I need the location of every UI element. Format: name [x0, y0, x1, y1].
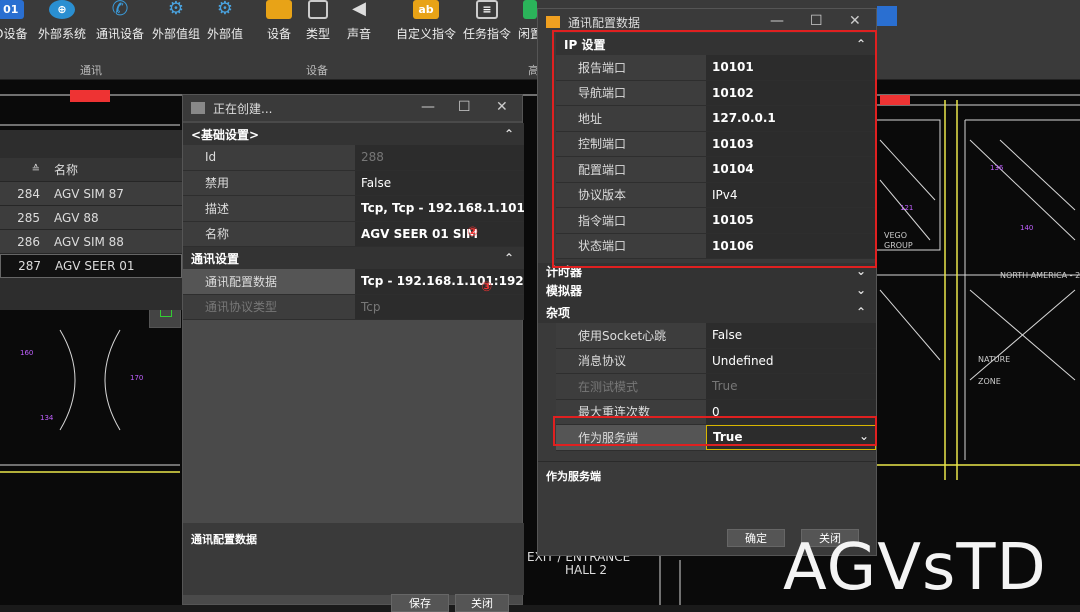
svg-text:ZONE: ZONE — [978, 377, 1001, 386]
ribbon-group-device: 设备 — [306, 64, 328, 77]
app-icon — [546, 16, 560, 28]
create-dialog: 正在创建... — ☐ ✕ <基础设置> ⌃ Id 288 禁用 False 描述 Tc… — [182, 94, 524, 612]
section-misc[interactable]: 杂项 ⌃ — [538, 301, 876, 323]
save-button[interactable]: 保存 — [391, 594, 449, 612]
svg-text:160: 160 — [20, 349, 33, 357]
prop-row-name[interactable]: 名称 AGV SEER 01 SIM ② — [183, 221, 524, 247]
create-property-grid: <基础设置> ⌃ Id 288 禁用 False 描述 Tcp, Tcp - 192.1… — [183, 123, 524, 320]
ribbon-external-value[interactable]: ⚙ 外部值 — [207, 0, 243, 60]
svg-text:NATURE: NATURE — [978, 355, 1010, 364]
marker-2: ② — [467, 224, 479, 240]
svg-text:134: 134 — [40, 414, 54, 422]
chevron-up-icon[interactable]: ⌃ — [504, 127, 514, 141]
svg-text:121: 121 — [900, 204, 913, 212]
comm-device-icon: ✆ — [111, 0, 129, 20]
ribbon-type[interactable]: 类型 — [306, 0, 330, 60]
comm-desc-panel: 作为服务端 — [538, 461, 876, 521]
watermark: AGVsTD — [783, 531, 1047, 605]
list-header: ≙ 名称 — [0, 158, 182, 182]
sort-icon[interactable]: ≙ — [0, 164, 46, 175]
prop-row-description[interactable]: 描述Tcp, Tcp - 192.168.1.101:1... — [183, 196, 524, 222]
section-comm[interactable]: 通讯设置 ⌃ — [183, 247, 524, 269]
svg-text:GROUP: GROUP — [884, 241, 913, 250]
section-simulator[interactable]: 模拟器 ⌄ — [538, 279, 876, 301]
task-command-icon: ≡ — [476, 0, 498, 19]
ribbon-group-comm: 通讯 — [80, 64, 102, 77]
maximize-icon[interactable]: ☐ — [458, 99, 471, 115]
external-value-icon: ⚙ — [216, 0, 234, 19]
ip-settings-highlight — [552, 30, 877, 268]
svg-text:140: 140 — [1020, 224, 1033, 232]
device-icon — [266, 0, 292, 19]
prop-row-socket-heartbeat[interactable]: 使用Socket心跳 False — [556, 323, 876, 349]
minimize-icon[interactable]: — — [421, 99, 435, 115]
list-item[interactable]: 286 AGV SIM 88 — [0, 230, 182, 254]
ribbon-comm-device[interactable]: ✆ 通讯设备 — [96, 0, 144, 60]
close-icon[interactable]: ✕ — [496, 99, 508, 115]
type-icon — [308, 0, 328, 19]
prop-row-protocol-type[interactable]: 通讯协议类型 Tcp — [183, 294, 524, 320]
chevron-up-icon[interactable]: ⌃ — [856, 305, 866, 319]
svg-text:NORTH AMERICA - 208: NORTH AMERICA - 208 — [1000, 271, 1080, 280]
ribbon-sound[interactable]: ◀ 声音 — [346, 0, 372, 60]
chevron-down-icon[interactable]: ⌄ — [856, 283, 866, 297]
io-device-icon: 01 — [0, 0, 24, 19]
svg-text:170: 170 — [130, 374, 143, 382]
marker-3: ③ — [481, 280, 493, 294]
external-system-icon: ⊕ — [49, 0, 75, 19]
svg-text:HALL 2: HALL 2 — [565, 563, 607, 577]
sound-icon: ◀ — [352, 0, 366, 19]
ribbon-external-value-group[interactable]: ⚙ 外部值组 — [152, 0, 200, 60]
as-server-highlight — [553, 416, 877, 446]
close-icon[interactable]: ✕ — [849, 13, 861, 29]
prop-row-id[interactable]: Id 288 — [183, 145, 524, 171]
section-basic[interactable]: <基础设置> ⌃ — [183, 123, 524, 145]
svg-text:136: 136 — [990, 164, 1004, 172]
idle-icon — [523, 0, 537, 19]
ribbon-task-command[interactable]: ≡ 任务指令 — [463, 0, 511, 60]
close-button[interactable]: 关闭 — [455, 594, 509, 612]
ribbon-blue-icon — [877, 6, 897, 26]
ribbon-right-icons — [877, 0, 937, 60]
ribbon-external-system[interactable]: ⊕ 外部系统 — [38, 0, 86, 60]
external-value-group-icon: ⚙ — [167, 0, 185, 19]
prop-row-comm-config[interactable]: 通讯配置数据Tcp - 192.168.1.101:1920 ...③ — [183, 269, 524, 295]
list-item[interactable]: 284 AGV SIM 87 — [0, 182, 182, 206]
create-desc-panel: 通讯配置数据 — [183, 523, 524, 595]
app-icon — [191, 102, 205, 114]
custom-command-icon: ab — [413, 0, 439, 19]
vehicle-list: ≙ 名称 284 AGV SIM 87 285 AGV 88 286 AGV SIM 8… — [0, 130, 182, 310]
prop-row-disabled[interactable]: 禁用 False — [183, 170, 524, 196]
chevron-up-icon[interactable]: ⌃ — [504, 251, 514, 265]
prop-row-test-mode[interactable]: 在测试模式 True — [556, 374, 876, 400]
svg-text:VEGO: VEGO — [884, 231, 907, 240]
prop-row-message-protocol[interactable]: 消息协议 Undefined — [556, 348, 876, 374]
maximize-icon[interactable]: ☐ — [810, 13, 823, 29]
ribbon-custom-command[interactable]: ab 自定义指令 — [396, 0, 456, 60]
minimize-icon[interactable]: — — [770, 13, 784, 29]
list-item[interactable]: 285 AGV 88 — [0, 206, 182, 230]
create-dialog-titlebar: 正在创建... — ☐ ✕ — [183, 95, 522, 121]
list-item-selected[interactable]: 287 AGV SEER 01 — [0, 254, 182, 278]
ribbon-device[interactable]: 设备 — [266, 0, 292, 60]
ok-button[interactable]: 确定 — [727, 529, 785, 547]
ribbon-io-device[interactable]: 01O设备 — [0, 0, 27, 60]
